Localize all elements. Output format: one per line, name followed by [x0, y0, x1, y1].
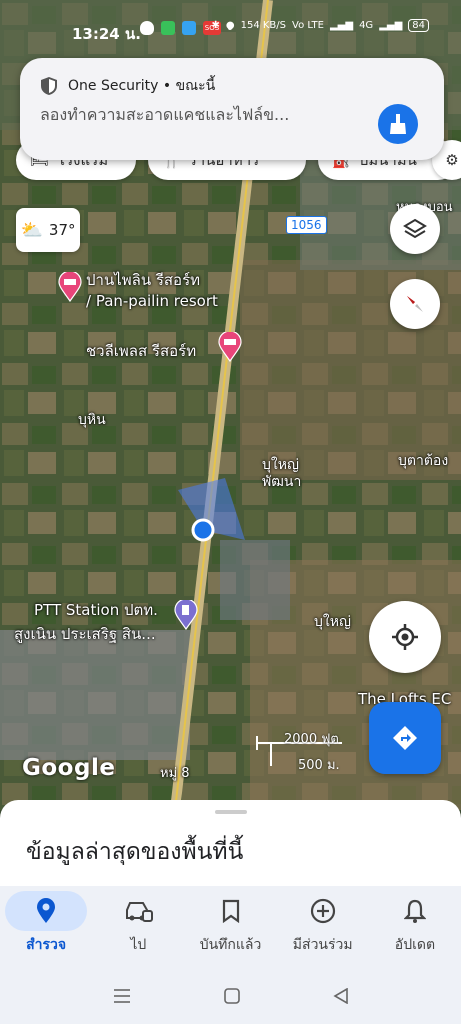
place-label-ptt-2[interactable]: สูงเนิน ประเสริฐ สิน... — [14, 622, 156, 646]
bottom-sheet[interactable]: ข้อมูลล่าสุดของพื้นที่นี้ — [0, 800, 461, 890]
scale-m: 500 ม. — [298, 758, 340, 773]
nav-label: สำรวจ — [26, 937, 67, 953]
directions-button[interactable] — [369, 702, 441, 774]
nav-explore[interactable]: สำรวจ — [0, 886, 92, 960]
add-circle-icon — [310, 898, 336, 924]
status-bar: 13:24 น. SOS ✱ ● 154 KB/S Vo LTE ▂▄▆ 4G … — [0, 0, 461, 60]
map-scale: 2000 ฟุต 500 ม. — [256, 730, 346, 773]
weather-temp: 37° — [48, 221, 76, 239]
place-label-ptt[interactable]: PTT Station ปตท. — [34, 598, 158, 622]
crosshair-icon — [392, 624, 418, 650]
clean-button[interactable] — [378, 104, 418, 144]
bell-icon — [403, 898, 426, 924]
google-logo: Google — [22, 755, 116, 781]
nav-label: ไป — [130, 937, 147, 953]
notification-message: ลองทำความสะอาดแคชและไฟล์ข... — [40, 105, 290, 124]
area-label-buhin: บุหิน — [78, 412, 106, 428]
route-shield: 1056 — [286, 216, 327, 234]
car-icon — [123, 898, 154, 924]
bottom-nav: สำรวจ ไป บันทึกแล้ว มีส่วนร่วม อัปเดต — [0, 886, 461, 960]
nav-go[interactable]: ไป — [92, 886, 184, 960]
signal-icon: ▂▄▆ — [329, 20, 354, 31]
notification-app-name: One Security • ขณะนี้ — [68, 78, 216, 94]
network-type: 4G — [359, 20, 374, 31]
area-label-moo8: หมู่ 8 — [160, 766, 190, 781]
status-time: 13:24 น. — [72, 25, 141, 43]
place-label-pan-pailin[interactable]: ปานไพลิน รีสอร์ท — [86, 268, 200, 292]
security-notification[interactable]: One Security • ขณะนี้ ลองทำความสะอาดแคชแ… — [20, 58, 444, 160]
directions-icon — [393, 726, 417, 750]
place-label-chalee-place[interactable]: ชวลีเพลส รีสอร์ท — [86, 339, 196, 363]
nav-label: อัปเดต — [394, 937, 436, 953]
back-icon[interactable] — [333, 987, 349, 1008]
partly-sunny-icon: ⛅ — [20, 219, 43, 241]
bookmark-icon — [221, 898, 241, 924]
nav-label: มีส่วนร่วม — [292, 937, 353, 953]
location-icon: ● — [225, 20, 235, 31]
shield-icon — [41, 77, 57, 95]
area-label-buyai-south: บุใหญ่ — [314, 614, 351, 630]
app-icon — [161, 21, 175, 35]
net-speed: 154 KB/S — [240, 20, 286, 31]
nav-saved[interactable]: บันทึกแล้ว — [184, 886, 276, 960]
status-right: ✱ ● 154 KB/S Vo LTE ▂▄▆ 4G ▂▄▆ 84 — [211, 19, 429, 32]
menu-icon[interactable] — [114, 988, 130, 1007]
bluetooth-icon: ✱ — [211, 20, 220, 31]
layers-button[interactable] — [390, 204, 440, 254]
notification-header: One Security • ขณะนี้ — [40, 75, 215, 97]
nav-label: บันทึกแล้ว — [199, 937, 262, 953]
signal-icon: ▂▄▆ — [379, 20, 403, 31]
hotel-pin-icon[interactable] — [58, 270, 82, 303]
compass-icon — [407, 296, 423, 312]
battery-icon: 84 — [408, 19, 429, 32]
gas-station-pin-icon[interactable] — [174, 598, 198, 631]
settings-icon: ⚙ — [445, 151, 459, 169]
home-icon[interactable] — [224, 988, 240, 1008]
layers-icon — [403, 218, 427, 239]
app-icon — [182, 21, 196, 35]
scale-ft: 2000 ฟุต — [284, 732, 339, 747]
hotel-pin-icon[interactable] — [218, 330, 242, 363]
broom-icon — [390, 114, 406, 134]
place-label-pan-pailin-en[interactable]: / Pan-pailin resort — [86, 292, 218, 310]
sheet-title: ข้อมูลล่าสุดของพื้นที่นี้ — [26, 839, 244, 865]
weather-badge[interactable]: ⛅ 37° — [16, 208, 80, 252]
area-label-buyai-pattana: พัฒนา — [262, 474, 302, 490]
compass-button[interactable] — [390, 279, 440, 329]
area-label-butatong: บุตาต้อง — [398, 453, 449, 469]
location-pin-icon — [36, 898, 56, 924]
drag-handle[interactable] — [215, 810, 247, 814]
nav-updates[interactable]: อัปเดต — [369, 886, 461, 960]
shield-icon — [140, 21, 154, 35]
my-location-button[interactable] — [369, 601, 441, 673]
system-nav-bar — [0, 960, 461, 1024]
nav-contribute[interactable]: มีส่วนร่วม — [277, 886, 369, 960]
volte-label: Vo LTE — [292, 20, 324, 31]
